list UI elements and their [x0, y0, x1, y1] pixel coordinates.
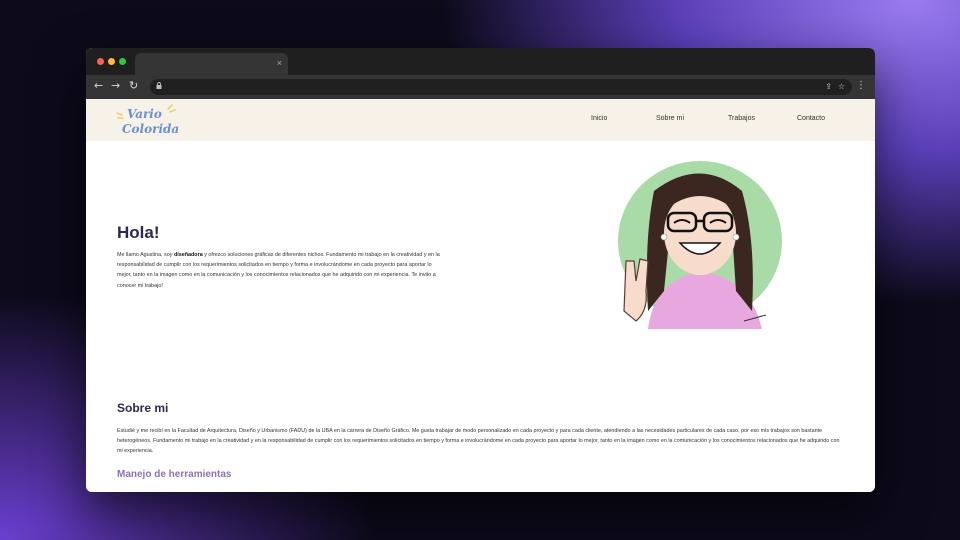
menu-icon[interactable]: ⋮: [856, 79, 866, 93]
logo-word-2: Colorida: [122, 122, 179, 136]
address-bar[interactable]: ⇪ ☆: [150, 79, 852, 95]
lock-icon: [156, 80, 162, 94]
hero-text-bold: diseñadora: [173, 252, 203, 258]
about-text: Estudié y me recibí en la Facultad de Ar…: [117, 428, 840, 454]
close-window-button[interactable]: [97, 58, 104, 65]
logo-word-1: Vario: [127, 107, 162, 121]
browser-toolbar: ← → ↻ ⇪ ☆ ⋮: [86, 75, 875, 99]
share-icon[interactable]: ⇪: [825, 80, 832, 94]
logo[interactable]: Vario Colorida: [114, 101, 180, 139]
maximize-window-button[interactable]: [119, 58, 126, 65]
bookmark-star-icon[interactable]: ☆: [838, 80, 845, 94]
reload-icon[interactable]: ↻: [129, 79, 138, 93]
hero-title: Hola!: [117, 223, 160, 242]
hero-text: Me llamo Agustina, soy diseñadora y ofre…: [117, 250, 447, 291]
web-page: Vario Colorida Inicio Sobre mi Trabajos …: [86, 99, 875, 492]
site-header: Vario Colorida Inicio Sobre mi Trabajos …: [86, 99, 875, 141]
browser-window: × ← → ↻ ⇪ ☆ ⋮ Vario Colorida Inicio Sobr…: [86, 48, 875, 492]
nav-trabajos[interactable]: Trabajos: [728, 115, 755, 122]
title-bar: ×: [86, 48, 875, 75]
minimize-window-button[interactable]: [108, 58, 115, 65]
tab-close-icon[interactable]: ×: [277, 57, 282, 69]
nav-inicio[interactable]: Inicio: [591, 115, 607, 122]
browser-tab[interactable]: ×: [135, 53, 288, 75]
forward-icon[interactable]: →: [111, 79, 120, 93]
nav-sobre-mi[interactable]: Sobre mi: [656, 115, 684, 122]
back-icon[interactable]: ←: [94, 79, 103, 93]
nav-contacto[interactable]: Contacto: [797, 115, 825, 122]
hero-text-start: Me llamo Agustina, soy: [117, 252, 174, 258]
portrait-illustration: [618, 161, 782, 329]
about-title: Sobre mi: [117, 401, 169, 415]
tools-subtitle: Manejo de herramientas: [117, 469, 232, 480]
